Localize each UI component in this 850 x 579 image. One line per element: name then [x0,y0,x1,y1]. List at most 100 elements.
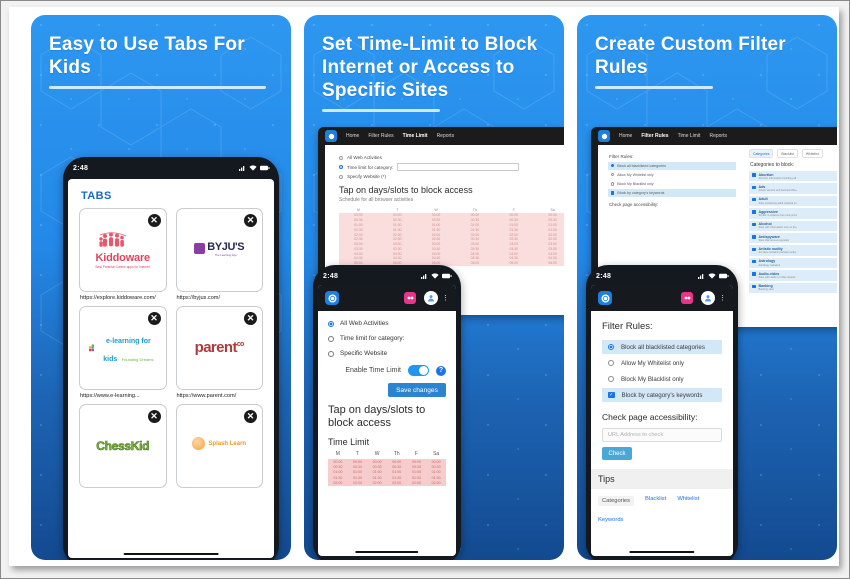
category-item[interactable]: Antispyware Sites that remove spyware [749,233,837,244]
tab-categories[interactable]: Categories [749,149,774,158]
category-item[interactable]: Abortion Abortion information including a… [749,171,837,182]
avatar[interactable] [424,291,438,305]
tab-url[interactable]: https://www.e-learning... [80,393,166,400]
time-slot-cell[interactable]: 02:00 [328,480,348,486]
radio-icon[interactable] [611,164,615,168]
option-row[interactable]: Time limit for category: [339,163,564,171]
tab-card-splashlearn[interactable]: ✕ Splash Learn [175,404,263,488]
category-tabs[interactable]: Categories Blacklist Whitelist [749,149,837,158]
option-row[interactable]: Time limit for category: [328,335,446,342]
nav-item-time-limit[interactable]: Time Limit [403,133,428,139]
tab-keywords[interactable]: Keywords [598,517,623,523]
rule-row[interactable]: Block My Blacklist only [608,180,736,188]
radio-icon[interactable] [611,182,615,186]
category-item[interactable]: Aggressive Similar to violence but more p… [749,208,837,219]
tab-whitelist[interactable]: Whitelist [677,496,699,506]
time-slot-table[interactable]: M T W Th F Sa 00:00 00:00 00:00 00:00 00:00 00:00 0… [328,450,446,486]
time-slot-cell[interactable]: 02:00 [386,480,407,486]
checkbox-icon[interactable] [752,247,756,252]
rule-row[interactable]: Block all blacklisted categories [602,340,722,354]
checkbox-icon[interactable]: ✓ [608,391,615,399]
category-item[interactable]: Ads Advert servers and banned URLs [749,183,837,194]
checkbox-icon[interactable] [752,197,756,202]
option-row[interactable]: All Web Activities [328,320,446,327]
time-slot-table[interactable]: M T W Th F Sa 00:00 00:00 00:00 00:00 00:00 00:00 0… [339,207,564,266]
radio-icon[interactable] [608,344,614,350]
table-row[interactable]: 02:00 02:00 02:00 02:00 02:00 02:00 [328,480,446,486]
category-item[interactable]: Banking Banking sites [749,282,837,294]
rule-row[interactable]: Block by category's keywords [608,189,736,197]
category-item[interactable]: Adult Sites containing adult material su [749,195,837,207]
nav-item-time-limit[interactable]: Time Limit [678,133,701,139]
close-icon[interactable]: ✕ [244,312,257,325]
tab-blacklist[interactable]: Blacklist [777,149,798,158]
tab-card-parentco[interactable]: ✕ parentco [175,306,263,390]
time-slot-cell[interactable]: 02:00 [426,480,446,486]
time-slot-cell[interactable]: 02:00 [406,480,427,486]
enable-time-limit-toggle[interactable] [408,365,429,376]
check-button[interactable]: Check [602,447,632,460]
radio-icon[interactable] [608,360,614,366]
time-slot-cell[interactable]: 05:00 [455,260,495,266]
time-slot-cell[interactable]: 02:00 [367,480,387,486]
close-icon[interactable]: ✕ [147,312,161,325]
close-icon[interactable]: ✕ [244,214,257,227]
close-icon[interactable]: ✕ [244,410,257,423]
list-item[interactable]: ✕ BYJU'S The Learning App https://byjus.… [175,208,263,302]
radio-icon[interactable] [611,173,615,177]
tab-card-byjus[interactable]: ✕ BYJU'S The Learning App [175,208,263,292]
radio-icon[interactable] [328,335,334,342]
radio-icon[interactable] [608,376,614,382]
category-item[interactable]: Astrology Astrology websites [749,257,837,269]
list-item[interactable]: ✕ [79,208,167,302]
close-icon[interactable]: ✕ [147,214,161,227]
nav-item-home[interactable]: Home [619,133,632,139]
radio-icon[interactable] [328,320,334,327]
kids-mode-icon[interactable] [681,292,693,304]
checkbox-icon[interactable] [752,173,756,177]
close-icon[interactable]: ✕ [147,410,161,423]
tab-card-chesskid[interactable]: ✕ ChessKid [79,404,167,488]
nav-item-filter-rules[interactable]: Filter Rules [641,133,668,139]
nav-item-reports[interactable]: Reports [709,133,727,139]
category-item[interactable]: Alcohol Sites with information only on th… [749,220,837,232]
help-icon[interactable]: ? [436,365,446,376]
list-item[interactable]: ✕ parentco https://www.parent.com/ [175,306,263,400]
radio-icon[interactable] [328,350,334,357]
rule-row[interactable]: Block all blacklisted categories [608,162,736,170]
time-slot-cell[interactable]: 02:00 [347,480,368,486]
radio-icon[interactable] [339,174,343,179]
nav-item-reports[interactable]: Reports [437,133,455,139]
filter-tabs[interactable]: Categories Blacklist Whitelist Keywords [591,489,733,523]
time-slot-cell[interactable]: 05:00 [494,260,534,266]
overflow-menu-icon[interactable]: ⋮ [719,294,726,302]
option-row[interactable]: Specify Website (*) [339,174,564,179]
tab-card-kiddoware[interactable]: ✕ Kiddoware Best Parental Control apps f… [79,208,167,292]
tab-url[interactable]: https://www.parent.com/ [177,393,263,400]
category-select[interactable] [397,163,520,171]
tab-whitelist[interactable]: Whitelist [801,149,823,158]
kids-mode-icon[interactable] [404,292,416,304]
rule-row[interactable]: Block My Blacklist only [602,372,722,386]
checkbox-icon[interactable] [752,210,756,214]
option-row[interactable]: All Web Activities [339,155,564,160]
nav-item-home[interactable]: Home [346,133,359,139]
app-logo-icon[interactable] [598,291,612,305]
tab-card-elearning[interactable]: ✕ e-learning for kids Founding Dreams [79,306,167,390]
save-changes-button[interactable]: Save changes [388,383,446,397]
checkbox-icon[interactable] [752,272,756,276]
list-item[interactable]: ✕ [79,306,167,400]
category-item[interactable]: Artistic nudity Art sites containing arti… [749,245,837,256]
checkbox-icon[interactable] [752,284,756,289]
time-slot-cell[interactable]: 05:00 [533,260,564,266]
category-item[interactable]: Audio-video Sites with audio or video dow… [749,270,837,281]
tab-url[interactable]: https://explore.kiddoware.com/ [80,295,166,302]
tab-categories[interactable]: Categories [598,496,635,506]
avatar[interactable] [701,291,715,305]
tab-blacklist[interactable]: Blacklist [645,496,666,506]
overflow-menu-icon[interactable]: ⋮ [442,294,449,302]
checkbox-icon[interactable] [611,191,615,195]
checkbox-icon[interactable] [752,259,756,264]
option-row[interactable]: Specific Website [328,350,446,357]
radio-icon[interactable] [339,165,343,169]
